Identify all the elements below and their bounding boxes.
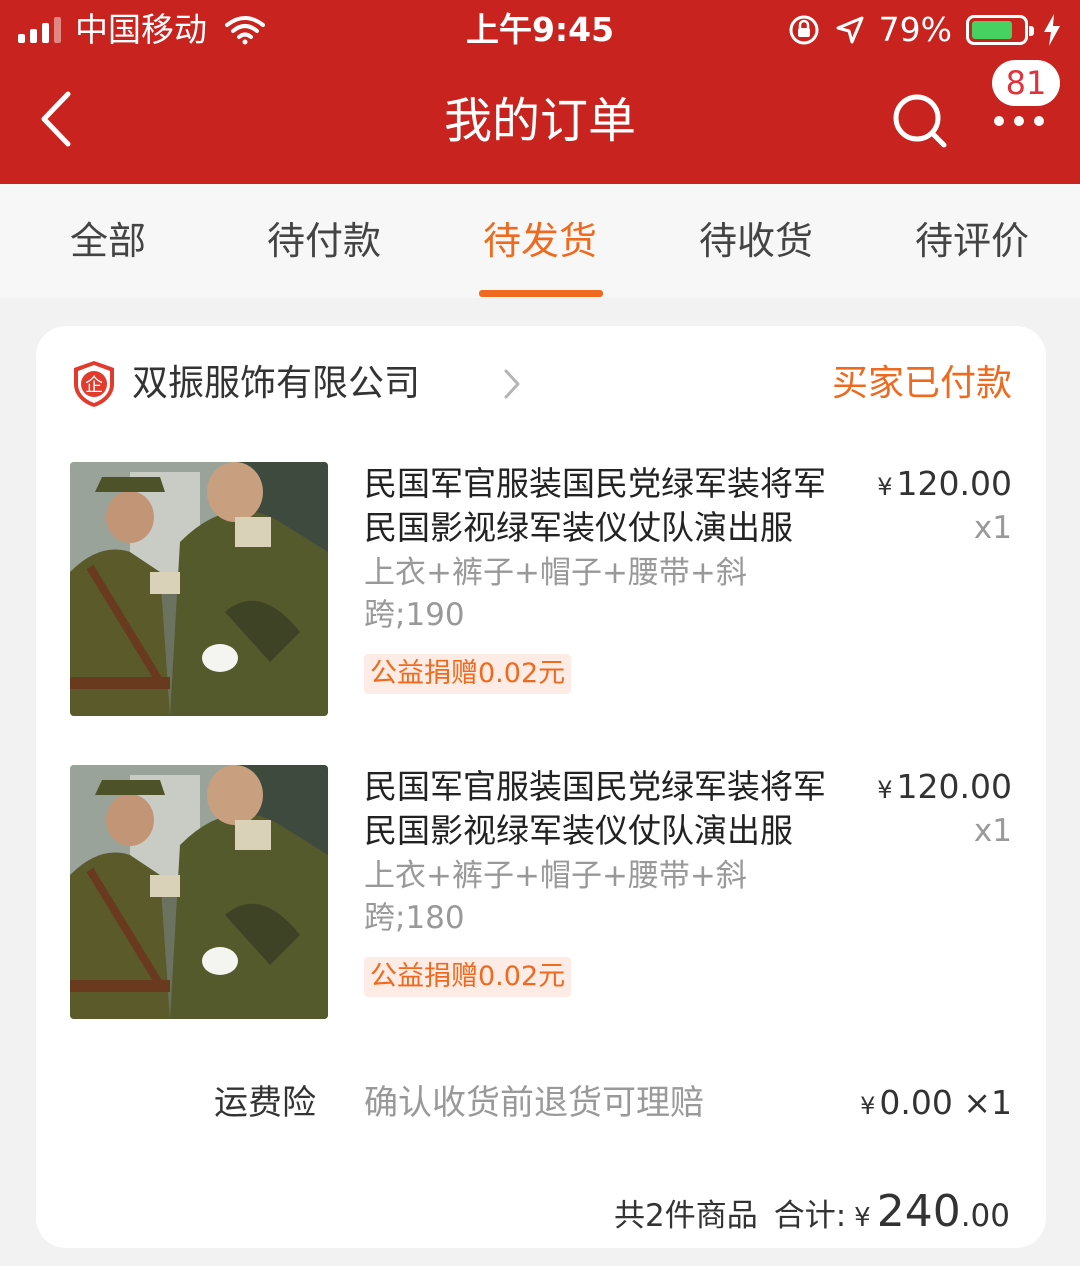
- status-bar: 中国移动 上午9:45 79%: [0, 0, 1080, 60]
- product-price: ¥120.00: [877, 765, 1012, 812]
- product-title[interactable]: 民国军官服装国民党绿军装将军民国影视绿军装仪仗队演出服: [364, 462, 834, 550]
- tab-pending-payment[interactable]: 待付款: [224, 184, 424, 298]
- donation-tag: 公益捐赠0.02元: [364, 654, 572, 694]
- price-value: 120.00: [896, 464, 1012, 503]
- charging-bolt-icon: [1044, 14, 1060, 46]
- shipping-insurance-quantity: ×1: [963, 1083, 1012, 1122]
- battery-percent: 79%: [878, 10, 952, 49]
- more-dots-icon: [994, 116, 1044, 126]
- tab-pending-shipment[interactable]: 待发货: [440, 184, 640, 298]
- app-header: 中国移动 上午9:45 79% 我的订单 81: [0, 0, 1080, 184]
- total-decimal: .00: [960, 1198, 1010, 1234]
- rotation-lock-icon: [789, 15, 819, 45]
- product-image: [70, 765, 328, 1019]
- active-tab-indicator: [479, 290, 603, 297]
- product-sku: 上衣+裤子+帽子+腰带+斜跨;180: [364, 858, 747, 936]
- order-status: 买家已付款: [831, 363, 1012, 404]
- product-title[interactable]: 民国军官服装国民党绿军装将军民国影视绿军装仪仗队演出服: [364, 765, 834, 853]
- order-item[interactable]: 民国军官服装国民党绿军装将军民国影视绿军装仪仗队演出服 ¥120.00 x1 上…: [70, 765, 1012, 1021]
- total-label: 合计:: [773, 1198, 847, 1234]
- currency-symbol: ¥: [860, 1092, 876, 1120]
- order-total: 共2件商品 合计: ¥ 240 .00: [613, 1186, 1010, 1237]
- product-sku: 上衣+裤子+帽子+腰带+斜跨;190: [364, 555, 747, 633]
- tab-pending-review[interactable]: 待评价: [872, 184, 1072, 298]
- product-quantity: x1: [973, 510, 1012, 546]
- order-card[interactable]: 企 双振服饰有限公司 买家已付款 民国军官服装国民党绿军装将军民国影视绿军装仪仗…: [36, 326, 1046, 1248]
- order-item[interactable]: 民国军官服装国民党绿军装将军民国影视绿军装仪仗队演出服 ¥120.00 x1 上…: [70, 462, 1012, 718]
- product-thumbnail[interactable]: [70, 765, 328, 1019]
- donation-tag: 公益捐赠0.02元: [364, 957, 572, 997]
- product-thumbnail[interactable]: [70, 462, 328, 716]
- message-badge: 81: [992, 60, 1060, 106]
- total-integer: 240: [876, 1186, 961, 1237]
- order-tabs: 全部 待付款 待发货 待收货 待评价: [0, 184, 1080, 298]
- shipping-insurance-description: 确认收货前退货可理赔: [364, 1083, 704, 1123]
- battery-icon: [966, 15, 1034, 45]
- chevron-right-icon: [504, 369, 520, 399]
- tab-all[interactable]: 全部: [8, 184, 208, 298]
- search-icon: [893, 94, 947, 148]
- status-right: 79%: [787, 8, 1062, 52]
- svg-text:企: 企: [85, 375, 103, 396]
- shipping-insurance-price: ¥0.00 ×1: [860, 1078, 1012, 1131]
- shipping-insurance-label: 运费险: [214, 1083, 316, 1123]
- search-button[interactable]: [886, 86, 956, 156]
- price-value: 120.00: [896, 767, 1012, 806]
- currency-symbol: ¥: [854, 1203, 871, 1233]
- location-arrow-icon: [836, 16, 864, 44]
- tab-pending-receipt[interactable]: 待收货: [656, 184, 856, 298]
- enterprise-shield-icon: 企: [74, 361, 114, 407]
- shop-header[interactable]: 企 双振服饰有限公司 买家已付款: [72, 356, 1012, 412]
- currency-symbol: ¥: [877, 776, 893, 804]
- product-price: ¥120.00: [877, 462, 1012, 509]
- shipping-insurance-row: 运费险 确认收货前退货可理赔 ¥0.00 ×1: [70, 1078, 1012, 1128]
- product-image: [70, 462, 328, 716]
- price-value: 0.00: [879, 1083, 953, 1122]
- shop-name[interactable]: 双振服饰有限公司: [132, 356, 420, 412]
- nav-bar: 我的订单: [0, 60, 1080, 184]
- item-count: 共2件商品: [613, 1198, 758, 1234]
- currency-symbol: ¥: [877, 473, 893, 501]
- product-quantity: x1: [973, 813, 1012, 849]
